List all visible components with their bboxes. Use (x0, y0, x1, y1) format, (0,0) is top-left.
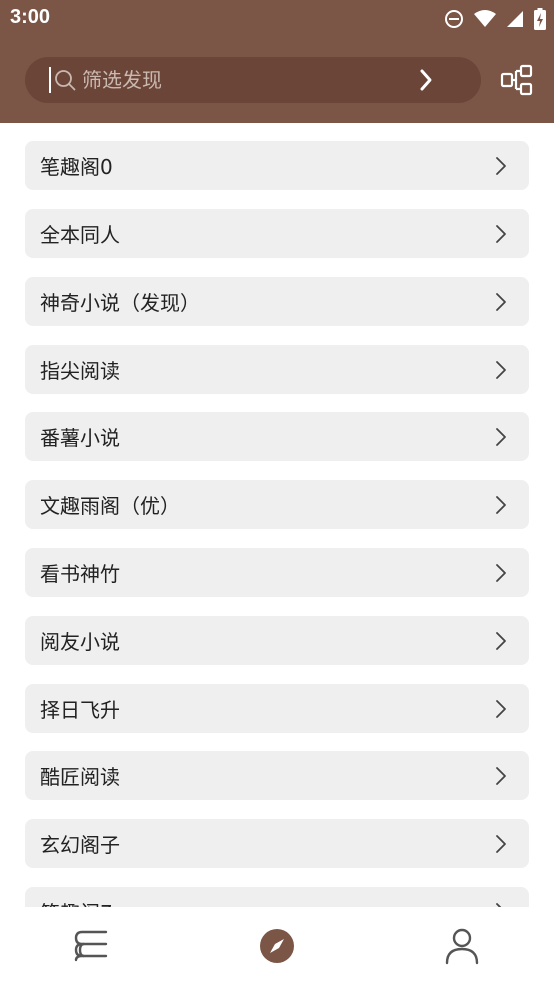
status-icons (444, 7, 546, 31)
list-item[interactable]: 看书神竹 (25, 548, 529, 597)
list-item-label: 酷匠阅读 (40, 765, 120, 789)
list-item-label: 玄幻阁子 (40, 833, 120, 857)
chevron-right-icon (496, 767, 506, 785)
compass-icon[interactable] (257, 926, 297, 966)
discover-source-list[interactable]: 笔趣阁0 全本同人 神奇小说（发现） 指尖阅读 番薯小说 文趣雨阁（优） 看书神… (0, 123, 554, 907)
chevron-right-icon (496, 835, 506, 853)
list-item[interactable]: 择日飞升 (25, 684, 529, 733)
list-item[interactable]: 全本同人 (25, 209, 529, 258)
chevron-right-icon (496, 496, 506, 514)
list-item-label: 文趣雨阁（优） (40, 494, 180, 518)
status-bar: 3:00 (0, 0, 554, 38)
status-time: 3:00 (10, 6, 51, 28)
list-item[interactable]: 阅友小说 (25, 616, 529, 665)
list-item[interactable]: 指尖阅读 (25, 345, 529, 394)
list-item-label: 指尖阅读 (40, 359, 120, 383)
list-item-label: 神奇小说（发现） (40, 291, 200, 315)
chevron-right-icon (496, 225, 506, 243)
chevron-right-icon[interactable] (414, 68, 438, 92)
list-item-label: 全本同人 (40, 223, 120, 247)
list-item-label: 择日飞升 (40, 698, 120, 722)
chevron-right-icon (496, 293, 506, 311)
search-input[interactable] (82, 57, 412, 103)
battery-icon (534, 8, 546, 30)
chevron-right-icon (496, 700, 506, 718)
list-item[interactable]: 神奇小说（发现） (25, 277, 529, 326)
signal-icon (507, 11, 523, 27)
list-item-label: 看书神竹 (40, 562, 120, 586)
search-bar[interactable] (25, 57, 481, 103)
chevron-right-icon (496, 564, 506, 582)
source-tree-icon[interactable] (500, 63, 534, 97)
list-item-label: 番薯小说 (40, 426, 120, 450)
search-icon (55, 70, 76, 91)
chevron-right-icon (496, 428, 506, 446)
do-not-disturb-icon (445, 10, 463, 28)
app-header: 3:00 (0, 0, 554, 123)
chevron-right-icon (496, 632, 506, 650)
list-item[interactable]: 笔趣阁0 (25, 141, 529, 190)
text-cursor (49, 67, 51, 93)
person-icon[interactable] (442, 926, 482, 966)
list-item-label: 阅友小说 (40, 630, 120, 654)
list-item[interactable]: 玄幻阁子 (25, 819, 529, 868)
bookshelf-icon[interactable] (72, 926, 112, 966)
wifi-icon (474, 10, 496, 27)
chevron-right-icon (496, 361, 506, 379)
list-item[interactable]: 酷匠阅读 (25, 751, 529, 800)
list-item-label: 笔趣阁7 (40, 897, 113, 907)
chevron-right-icon (496, 157, 506, 175)
list-item[interactable]: 番薯小说 (25, 412, 529, 461)
list-item-label: 笔趣阁0 (40, 155, 113, 179)
list-item[interactable]: 笔趣阁7 (25, 887, 529, 907)
bottom-navigation (0, 907, 554, 985)
list-item[interactable]: 文趣雨阁（优） (25, 480, 529, 529)
